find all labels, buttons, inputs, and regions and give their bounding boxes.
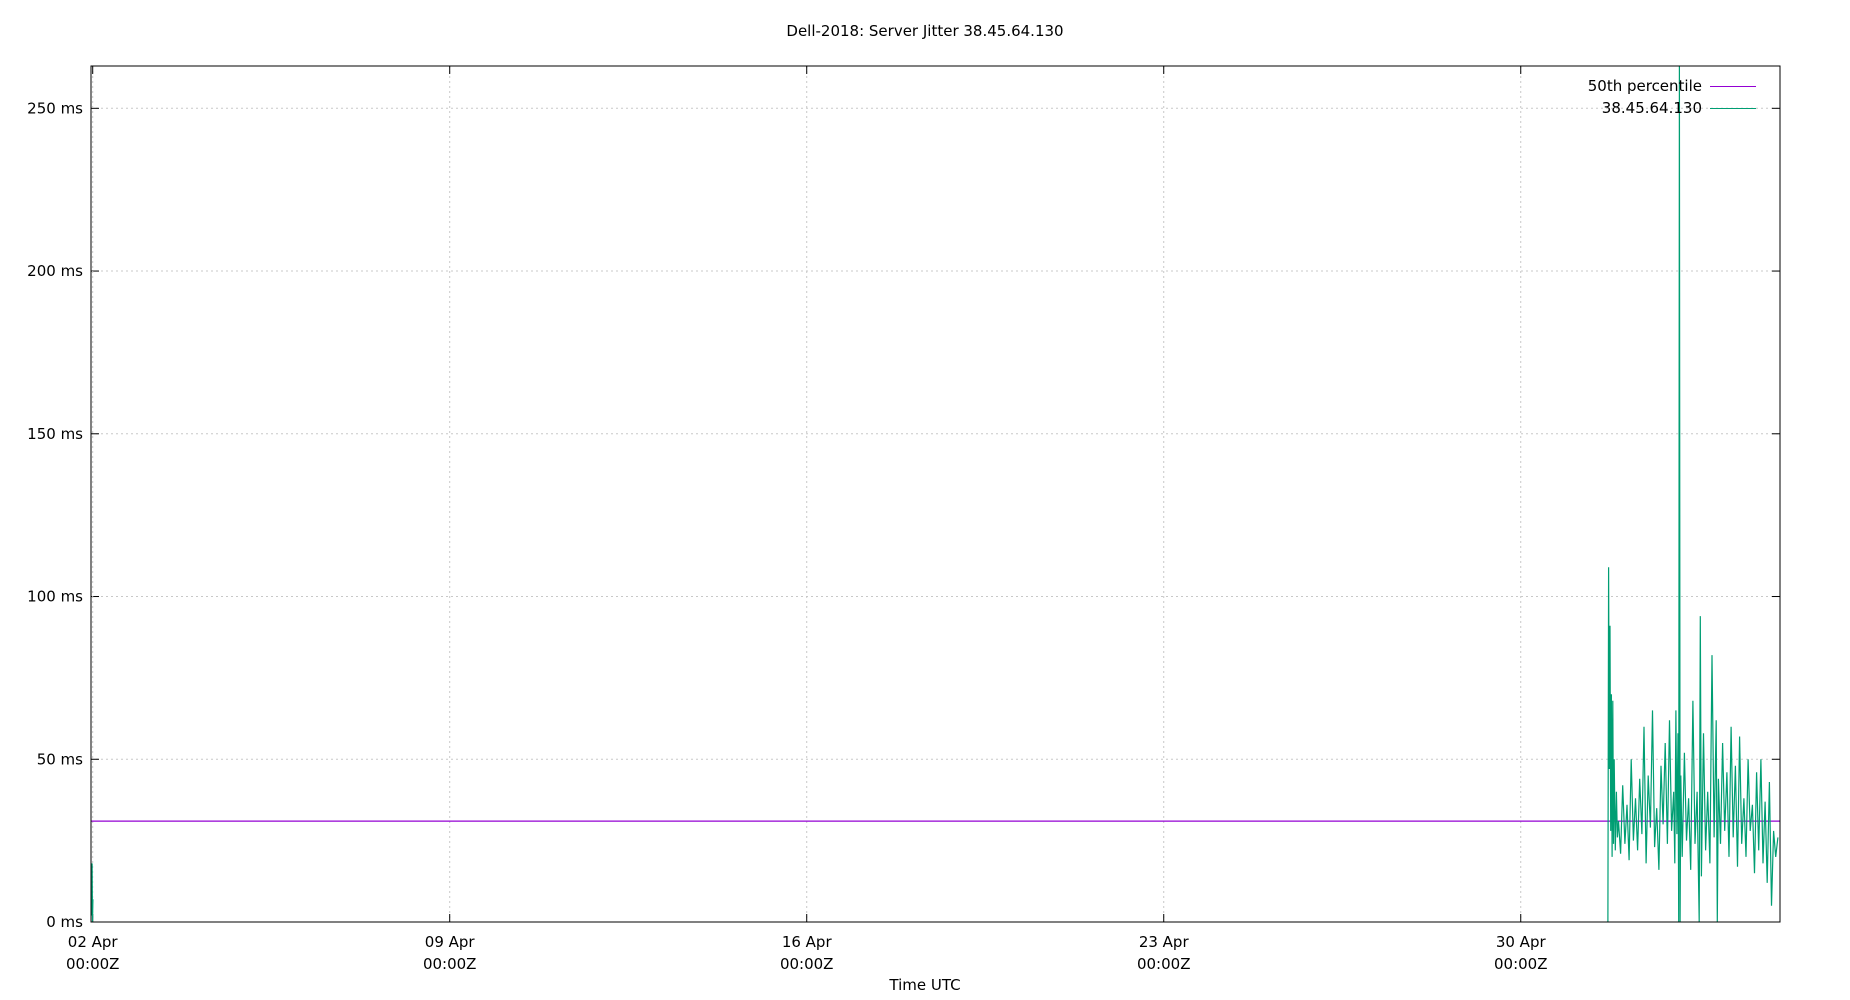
x-tick-label-date: 23 Apr xyxy=(1139,933,1190,951)
plot-frame xyxy=(90,65,1781,923)
series-line-server xyxy=(1607,65,1779,923)
y-tick-label: 50 ms xyxy=(37,750,83,768)
jitter-chart: 0 ms 50 ms 100 ms 150 ms 200 ms 250 ms 02 Apr 0… xyxy=(27,65,1781,973)
legend: 50th percentile 38.45.64.130 xyxy=(1588,75,1756,119)
y-tick-label: 200 ms xyxy=(27,262,83,280)
x-tick-label-time: 00:00Z xyxy=(423,955,477,973)
x-tick-label-date: 02 Apr xyxy=(68,933,119,951)
x-tick-label-time: 00:00Z xyxy=(1137,955,1191,973)
x-tick-label-time: 00:00Z xyxy=(1494,955,1548,973)
x-tick-label-date: 16 Apr xyxy=(782,933,833,951)
legend-swatch-server xyxy=(1710,107,1756,109)
x-tick-label-date: 30 Apr xyxy=(1496,933,1547,951)
legend-label-server: 38.45.64.130 xyxy=(1601,99,1702,117)
legend-item-percentile: 50th percentile xyxy=(1588,75,1756,97)
y-tick-label: 100 ms xyxy=(27,588,83,606)
x-tick-label-time: 00:00Z xyxy=(66,955,120,973)
x-tick-label-date: 09 Apr xyxy=(425,933,476,951)
y-tick-label: 0 ms xyxy=(46,913,83,931)
y-tick-label: 150 ms xyxy=(27,425,83,443)
legend-item-server: 38.45.64.130 xyxy=(1588,97,1756,119)
legend-label-percentile: 50th percentile xyxy=(1587,77,1702,95)
series-line-server xyxy=(91,863,94,923)
x-tick-label-time: 00:00Z xyxy=(780,955,834,973)
legend-swatch-percentile xyxy=(1710,85,1756,87)
x-axis-title: Time UTC xyxy=(889,976,961,994)
y-tick-label: 250 ms xyxy=(27,99,83,117)
